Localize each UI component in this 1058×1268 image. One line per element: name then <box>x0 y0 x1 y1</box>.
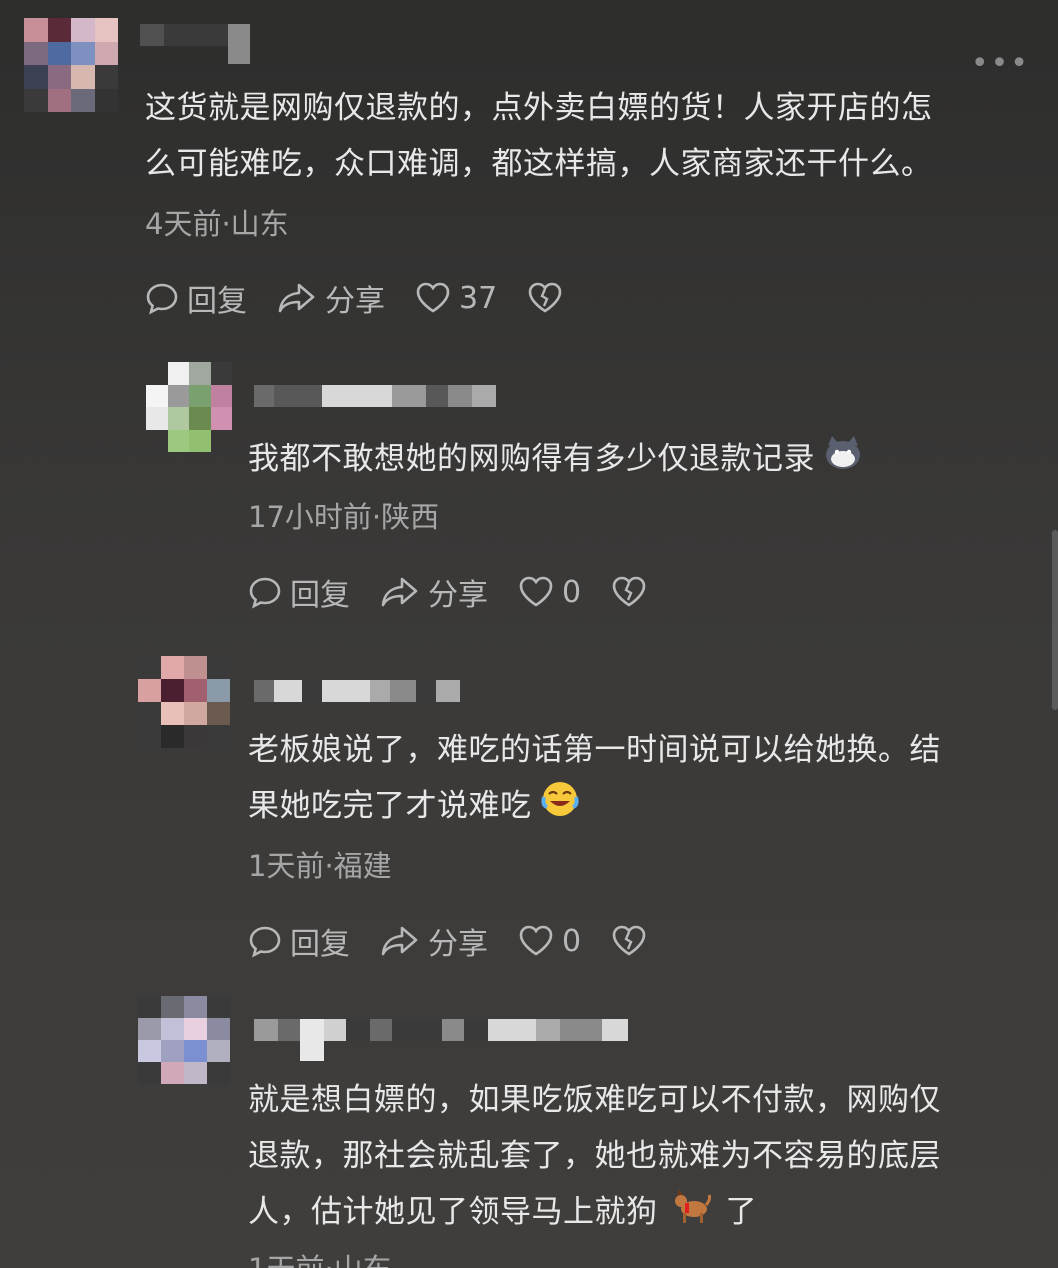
comment-bubble-icon <box>249 577 281 609</box>
like-count: 0 <box>562 923 582 959</box>
comment-bubble-icon <box>146 283 178 315</box>
comment-text: 我都不敢想她的网购得有多少仅退款记录 <box>248 431 1028 490</box>
comment-meta: 17小时前·陕西 <box>248 500 440 534</box>
dislike-button[interactable] <box>611 924 655 958</box>
share-arrow-icon <box>278 283 315 313</box>
username-blurred[interactable] <box>254 680 460 702</box>
like-button[interactable]: 0 <box>518 924 581 959</box>
ghost-cat-emoji <box>823 432 863 490</box>
comment-meta: 1天前·福建 <box>248 849 392 883</box>
scrollbar[interactable] <box>1052 530 1058 710</box>
reply-button[interactable]: 回复 <box>248 570 350 614</box>
action-bar: 回复 分享 37 <box>145 276 601 320</box>
action-bar: 回复 分享 0 <box>248 570 685 614</box>
share-arrow-icon <box>381 926 418 956</box>
avatar[interactable] <box>146 362 232 452</box>
avatar[interactable] <box>138 996 230 1084</box>
comment-text: 这货就是网购仅退款的，点外卖白嫖的货！人家开店的怎 么可能难吃，众口难调，都这样… <box>145 90 933 182</box>
comment-meta: 4天前·山东 <box>145 207 289 241</box>
action-bar: 回复 分享 0 <box>248 919 685 963</box>
comment-bubble-icon <box>249 926 281 958</box>
comment-text: 就是想白嫖的，如果吃饭难吃可以不付款，网购仅 退款，那社会就乱套了，她也就难为不… <box>248 1072 1028 1243</box>
reply-button[interactable]: 回复 <box>248 919 350 963</box>
heart-icon <box>519 576 553 607</box>
comment-meta: 1天前·山东 <box>248 1246 392 1268</box>
laughing-crying-emoji <box>540 779 580 837</box>
heart-icon <box>416 282 450 313</box>
share-button[interactable]: 分享 <box>380 919 488 963</box>
reply-button[interactable]: 回复 <box>145 276 247 320</box>
share-button[interactable]: 分享 <box>380 570 488 614</box>
username-blurred[interactable] <box>140 24 250 64</box>
avatar[interactable] <box>24 18 118 112</box>
avatar[interactable] <box>138 656 230 748</box>
broken-heart-icon <box>612 925 646 956</box>
dog-emoji <box>672 1185 712 1243</box>
share-button[interactable]: 分享 <box>277 276 385 320</box>
like-button[interactable]: 37 <box>415 281 497 316</box>
like-count: 37 <box>459 280 498 316</box>
dislike-button[interactable] <box>611 575 655 609</box>
more-dots-icon[interactable]: ••• <box>971 46 1030 81</box>
share-arrow-icon <box>381 577 418 607</box>
dislike-button[interactable] <box>527 281 571 315</box>
broken-heart-icon <box>612 576 646 607</box>
like-count: 0 <box>562 574 582 610</box>
heart-icon <box>519 925 553 956</box>
comment-text: 老板娘说了，难吃的话第一时间说可以给她换。结 果她吃完了才说难吃 <box>248 722 1028 837</box>
username-blurred[interactable] <box>254 385 496 407</box>
broken-heart-icon <box>528 282 562 313</box>
username-blurred[interactable] <box>254 1019 628 1061</box>
like-button[interactable]: 0 <box>518 575 581 610</box>
